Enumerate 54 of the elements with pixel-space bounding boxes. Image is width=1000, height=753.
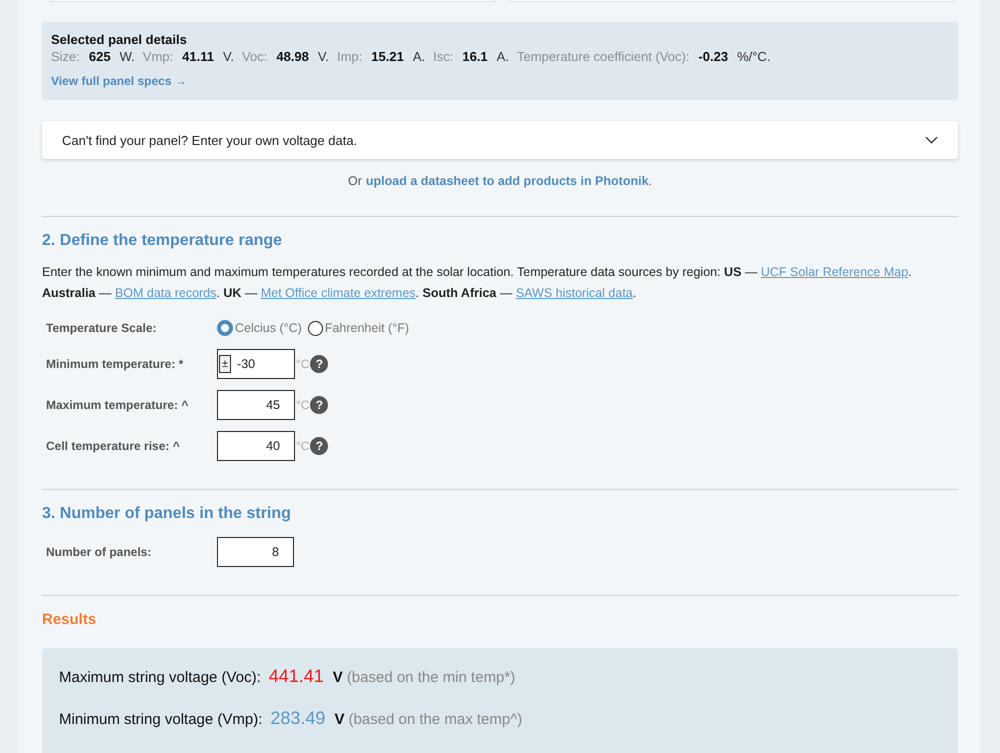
radio-label: Celcius (°C) bbox=[235, 321, 302, 335]
field-label: Temperature Scale: bbox=[46, 321, 158, 335]
upload-note-text: . bbox=[648, 174, 652, 188]
sign-toggle-button[interactable]: ± bbox=[219, 355, 232, 373]
radio-label: Fahrenheit (°F) bbox=[324, 321, 410, 335]
result-value: 283.49 bbox=[270, 708, 326, 729]
results-heading: Results bbox=[42, 611, 98, 628]
section-heading: 2. Define the temperature range bbox=[42, 232, 284, 250]
details-title: Selected panel details bbox=[51, 32, 188, 47]
spec-value: 16.1 bbox=[462, 49, 488, 64]
spec-unit: V. bbox=[222, 49, 234, 64]
help-icon[interactable]: ? bbox=[310, 355, 328, 373]
spec-value: 41.11 bbox=[182, 49, 214, 64]
unit-label: °C bbox=[296, 357, 310, 371]
spec-label: Isc: bbox=[433, 49, 454, 64]
result-label: Minimum string voltage (Vmp): bbox=[59, 711, 262, 728]
field-label: Cell temperature rise: ^ bbox=[46, 439, 181, 453]
section-heading: 3. Number of panels in the string bbox=[42, 505, 292, 523]
result-label: Maximum string voltage (Voc): bbox=[59, 669, 261, 686]
spec-unit: A. bbox=[496, 49, 509, 64]
spec-label: Temperature coefficient (Voc): bbox=[516, 49, 690, 64]
spec-value: 625 bbox=[88, 49, 111, 64]
result-unit: V bbox=[332, 669, 343, 686]
spec-label: Vmp: bbox=[142, 49, 174, 64]
field-label: Number of panels: bbox=[46, 545, 152, 559]
spec-label: Imp: bbox=[336, 49, 362, 64]
radio-button[interactable] bbox=[217, 320, 233, 336]
spec-value: -0.23 bbox=[698, 49, 728, 64]
custom-entry-toggle[interactable]: Can't find your panel? Enter your own voltage data. bbox=[42, 121, 958, 159]
spec-label: Size: bbox=[51, 49, 80, 64]
unit-label: °C bbox=[296, 398, 310, 412]
number-field[interactable]: 45 bbox=[217, 390, 295, 420]
spec-unit: A. bbox=[412, 49, 426, 64]
spec-value: 15.21 bbox=[371, 49, 404, 64]
field-label: Minimum temperature: * bbox=[46, 357, 184, 371]
number-field[interactable]: 8 bbox=[217, 537, 294, 567]
help-icon[interactable]: ? bbox=[310, 396, 328, 414]
number-field[interactable]: 40 bbox=[217, 431, 295, 461]
spec-unit: W. bbox=[120, 49, 135, 64]
spec-unit: V. bbox=[318, 49, 329, 64]
unit-label: °C bbox=[296, 439, 310, 453]
result-value: 441.41 bbox=[268, 666, 324, 687]
spec-value: 48.98 bbox=[276, 49, 309, 64]
upload-note-text: Or bbox=[348, 174, 362, 188]
field-label: Maximum temperature: ^ bbox=[46, 398, 190, 412]
result-note: (based on the min temp*) bbox=[346, 669, 516, 686]
number-field[interactable]: ± -30 bbox=[217, 349, 295, 379]
result-note: (based on the max temp^) bbox=[348, 711, 522, 728]
spec-unit: %/°C. bbox=[737, 49, 770, 64]
help-icon[interactable]: ? bbox=[310, 437, 328, 455]
radio-button[interactable] bbox=[308, 320, 323, 336]
result-unit: V bbox=[334, 711, 344, 728]
description-text: Enter the known minimum and maximum temperatures recorded at the solar location. Temperature data sources by region: US — UCF Solar Reference Map. Australia — BOM data records. UK — Met Office climate extremes. South Africa — SAWS historical data. bbox=[42, 264, 913, 302]
spec-label: Voc: bbox=[242, 49, 268, 64]
